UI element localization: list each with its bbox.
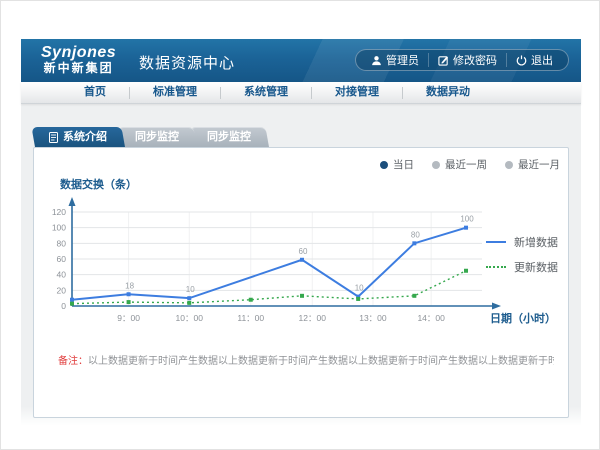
data-point[interactable] — [70, 298, 74, 302]
nav-item-interface-mgmt[interactable]: 对接管理 — [312, 82, 402, 103]
footnote-text: 以上数据更新于时间产生数据以上数据更新于时间产生数据以上数据更新于时间产生数据以… — [88, 356, 554, 367]
user-icon — [371, 55, 382, 66]
x-tick-label: 13：00 — [359, 313, 387, 323]
filter-label: 当日 — [393, 157, 414, 172]
point-label: 100 — [460, 215, 474, 224]
data-point[interactable] — [127, 292, 131, 296]
data-point[interactable] — [300, 294, 304, 298]
edit-icon — [438, 55, 449, 66]
data-point[interactable] — [412, 294, 416, 298]
footnote: 备注：以上数据更新于时间产生数据以上数据更新于时间产生数据以上数据更新于时间产生… — [58, 355, 554, 369]
change-password-label: 修改密码 — [453, 52, 497, 68]
filter-option-last-month[interactable]: 最近一月 — [505, 157, 560, 172]
y-tick-label: 80 — [57, 238, 67, 248]
x-tick-label: 14：00 — [417, 313, 445, 323]
company-logo[interactable]: Synjones 新中新集团 — [41, 44, 116, 75]
point-label: 60 — [299, 247, 308, 256]
point-label: 10 — [186, 285, 195, 294]
data-point[interactable] — [249, 298, 253, 302]
tab-sync-monitor-2[interactable]: 同步监控 — [193, 127, 269, 147]
tab-system-intro[interactable]: 系统介绍 — [35, 127, 125, 147]
dotted-line-swatch-icon — [486, 266, 506, 268]
data-point[interactable] — [127, 300, 131, 304]
content-area: 系统介绍 同步监控 同步监控 当日 — [21, 104, 581, 426]
nav-item-standard-mgmt[interactable]: 标准管理 — [130, 82, 220, 103]
current-user-label: 管理员 — [386, 52, 419, 68]
x-tick-label: 10：00 — [176, 313, 204, 323]
point-label: 10 — [355, 284, 364, 293]
logo-text-en: Synjones — [41, 44, 116, 61]
filter-label: 最近一月 — [518, 157, 560, 172]
app-window: Synjones 新中新集团 数据资源中心 管理员 修改密 — [21, 39, 581, 426]
data-point[interactable] — [464, 226, 468, 230]
footnote-label: 备注： — [58, 356, 88, 367]
point-label: 80 — [411, 230, 420, 239]
chart-container: 0 20 40 60 80 100 120 9：00 10：00 11：00 12：00 13：00 1… — [42, 190, 562, 348]
y-axis-arrow — [69, 197, 76, 206]
data-point[interactable] — [464, 269, 468, 273]
legend-item-new-data: 新增数据 — [486, 234, 558, 250]
x-tick-label: 11：00 — [237, 313, 264, 323]
filter-label: 最近一周 — [445, 157, 487, 172]
time-range-filter: 当日 最近一周 最近一月 — [380, 157, 560, 172]
document-icon — [49, 132, 58, 143]
y-tick-label: 60 — [57, 254, 67, 264]
x-axis-title: 日期（小时） — [490, 311, 556, 325]
tab-bar: 系统介绍 同步监控 同步监控 — [35, 127, 569, 147]
logo-text-cn: 新中新集团 — [41, 61, 116, 75]
tab-label: 同步监控 — [207, 127, 251, 147]
tab-sync-monitor-1[interactable]: 同步监控 — [121, 127, 197, 147]
y-tick-label: 20 — [57, 285, 67, 295]
radio-unselected-icon — [432, 161, 440, 169]
y-tick-label: 40 — [57, 270, 67, 280]
radio-selected-icon — [380, 161, 388, 169]
user-menu: 管理员 修改密码 退出 — [355, 49, 569, 71]
legend-label: 更新数据 — [514, 259, 558, 275]
nav-item-home[interactable]: 首页 — [61, 82, 129, 103]
browser-viewport: Synjones 新中新集团 数据资源中心 管理员 修改密 — [0, 0, 600, 450]
nav-item-data-change[interactable]: 数据异动 — [403, 82, 493, 103]
radio-unselected-icon — [505, 161, 513, 169]
data-point[interactable] — [412, 241, 416, 245]
tab-label: 系统介绍 — [63, 127, 107, 147]
x-tick-label: 9：00 — [117, 313, 140, 323]
y-tick-label: 100 — [52, 223, 66, 233]
x-axis-arrow — [492, 303, 501, 310]
legend-item-updated-data: 更新数据 — [486, 259, 558, 275]
point-label: 18 — [125, 281, 134, 290]
app-header: Synjones 新中新集团 数据资源中心 管理员 修改密 — [21, 39, 581, 82]
current-user-button[interactable]: 管理员 — [362, 53, 428, 67]
line-chart: 0 20 40 60 80 100 120 9：00 10：00 11：00 12：00 13：00 1… — [42, 190, 562, 348]
logout-label: 退出 — [531, 52, 553, 68]
nav-item-system-mgmt[interactable]: 系统管理 — [221, 82, 311, 103]
chart-panel: 当日 最近一周 最近一月 数据交换（条） 0204060801001209：00… — [33, 147, 569, 418]
data-point[interactable] — [70, 302, 74, 306]
page-title: 数据资源中心 — [139, 52, 235, 73]
data-point[interactable] — [187, 301, 191, 305]
main-nav: 首页 标准管理 系统管理 对接管理 数据异动 — [21, 82, 581, 104]
data-point[interactable] — [356, 297, 360, 301]
tab-label: 同步监控 — [135, 127, 179, 147]
y-tick-label: 120 — [52, 207, 66, 217]
y-tick-label: 0 — [61, 301, 66, 311]
chart-legend: 新增数据 更新数据 — [486, 234, 558, 284]
logout-button[interactable]: 退出 — [506, 53, 562, 67]
filter-option-last-week[interactable]: 最近一周 — [432, 157, 487, 172]
change-password-button[interactable]: 修改密码 — [428, 53, 506, 67]
data-point[interactable] — [187, 296, 191, 300]
logout-icon — [516, 55, 527, 66]
data-point[interactable] — [300, 258, 304, 262]
x-tick-label: 12：00 — [299, 313, 327, 323]
legend-label: 新增数据 — [514, 234, 558, 250]
solid-line-swatch-icon — [486, 241, 506, 243]
filter-option-today[interactable]: 当日 — [380, 157, 414, 172]
